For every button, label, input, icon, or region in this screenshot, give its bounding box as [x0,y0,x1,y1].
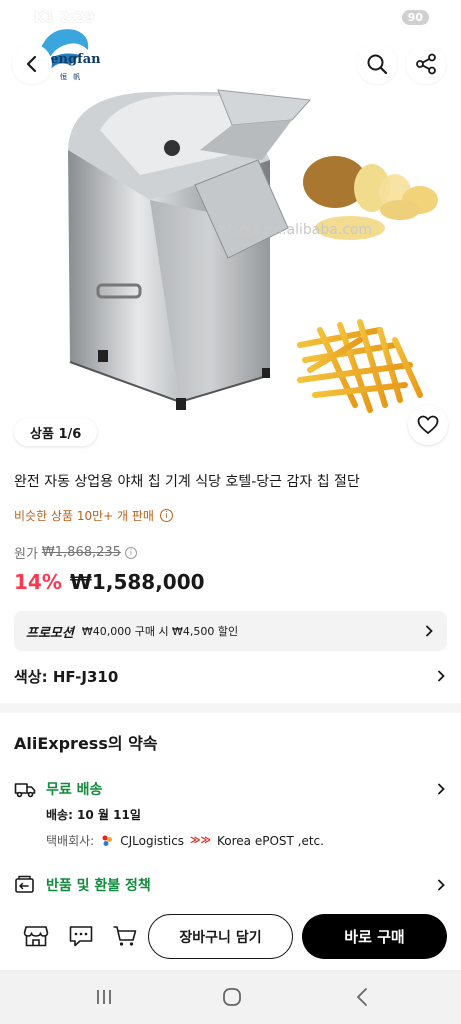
sale-price: ₩1,588,000 [69,570,205,594]
message-button[interactable] [67,922,95,950]
free-shipping-label: 무료 배송 [46,782,103,798]
battery-indicator: 90 [401,10,429,25]
promotion-label: 프로모션 [26,625,74,641]
share-icon [416,53,436,75]
chat-icon [69,926,93,947]
variant-label: 색상: HF-J310 [14,667,119,686]
promotion-banner[interactable]: 프로모션 ₩40,000 구매 시 ₩4,500 할인 [14,611,447,651]
delivery-date: 배송: 10 월 11일 [46,808,141,822]
recent-apps-icon [97,990,111,1004]
return-policy-label: 반품 및 환불 정책 [46,878,151,894]
promise-section-title: AliExpress의 약속 [14,734,158,753]
system-navigation-bar [0,970,461,1024]
chevron-left-icon [26,55,37,73]
store-icon [23,926,49,947]
sold-count-row[interactable]: 비슷한 상품 10만+ 개 판매 i [14,507,173,524]
epost-logo-icon: ≫≫ [190,835,211,846]
home-button[interactable] [220,985,244,1009]
cart-icon [113,926,137,946]
original-price: ₩1,868,235 [41,545,121,560]
back-button[interactable] [12,44,52,84]
carrier-epost: Korea ePOST ,etc. [216,833,324,848]
search-icon [367,54,388,75]
product-title: 완전 자동 상업용 야채 칩 기계 식당 호텔-당근 감자 칩 절단 [14,474,360,490]
carrier-label: 택배회사: [46,834,95,848]
recent-apps-button[interactable] [92,985,116,1009]
original-price-label: 원가 [14,547,38,562]
carrier-row: 택배회사: CJLogistics ≫≫ Korea ePOST ,etc. [46,832,324,849]
info-icon: i [159,509,173,522]
home-icon [223,988,241,1006]
buy-now-button[interactable]: 바로 구매 [302,914,447,959]
store-button[interactable] [22,922,50,950]
share-button[interactable] [406,44,446,84]
back-arrow-icon [356,988,367,1006]
cart-button[interactable] [111,922,139,950]
discount-percent: 14% [14,570,62,594]
truck-icon [14,783,36,798]
shipping-row[interactable]: 무료 배송 배송: 10 월 11일 택배회사: CJLogistics ≫≫ … [14,776,447,848]
return-box-icon [15,875,34,893]
promotion-text: ₩40,000 구매 시 ₩4,500 할인 [81,625,239,638]
return-policy-row[interactable]: 반품 및 환불 정책 [14,872,447,898]
chevron-right-icon [438,670,445,682]
cj-logistics-logo-icon [102,835,113,846]
price-row: 14% ₩1,588,000 [14,570,205,594]
section-divider [0,703,461,713]
original-price-row: 원가 ₩1,868,235 i [14,543,137,562]
system-back-button[interactable] [350,985,374,1009]
chevron-right-icon [438,879,445,891]
search-button[interactable] [357,44,397,84]
wishlist-button[interactable] [408,405,448,445]
sold-count-text: 비슷한 상품 10만+ 개 판매 [14,509,154,523]
image-watermark: hfspjx.en.alibaba.com [218,222,373,238]
add-to-cart-button[interactable]: 장바구니 담기 [148,914,293,959]
heart-icon [417,415,439,435]
signal-icon: ▂▄▆ [370,11,396,24]
brand-logo-sub: 恒 帆 [60,73,83,81]
carrier-cj: CJLogistics [120,833,185,848]
chevron-right-icon [426,625,433,637]
chevron-right-icon [438,783,445,795]
variant-selector[interactable]: 색상: HF-J310 [14,664,447,688]
price-info-icon[interactable]: i [124,546,137,559]
product-image-gallery[interactable]: K1 2:29 ▂▄▆ 90 Hengfan 恒 帆 hfspjx.en.ali… [0,0,461,461]
gallery-page-indicator: 상품 1/6 [14,418,98,446]
status-icons: ▂▄▆ 90 [370,10,429,25]
